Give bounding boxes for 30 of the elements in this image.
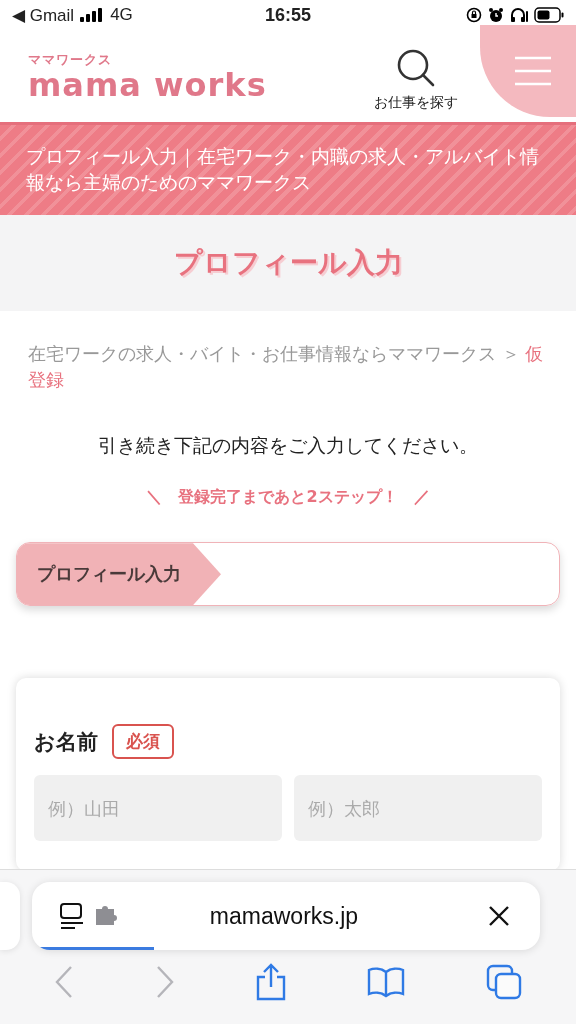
input-field[interactable]: 例）太郎 — [294, 775, 542, 842]
book-icon[interactable] — [367, 966, 406, 998]
address-bar[interactable]: mamaworks.jp — [32, 882, 540, 950]
signal-icon — [80, 8, 105, 22]
url-text: mamaworks.jp — [208, 902, 360, 930]
rotation-lock-icon — [466, 7, 482, 23]
instruction-text: 引き続き下記の内容をご入力してください。 — [97, 433, 479, 459]
status-time: 16:55 — [264, 4, 311, 26]
tabs-icon[interactable] — [485, 964, 522, 1000]
extension-icon[interactable] — [94, 905, 120, 927]
page-title: プロフィール入力 — [173, 245, 403, 281]
input-field[interactable]: 例）山田 — [34, 775, 282, 842]
headphones-icon — [510, 7, 528, 23]
required-tag: 必須 — [112, 724, 174, 760]
menu-icon — [513, 55, 553, 87]
back-to-app[interactable]: ◀ Gmail — [12, 4, 75, 26]
steps-remaining-note: 登録完了まであと2ステップ！ — [178, 487, 398, 509]
field-label: お名前 — [34, 728, 98, 756]
breadcrumb: 在宅ワークの求人・バイト・お仕事情報ならママワークス ＞ 仮登録 — [28, 342, 545, 393]
search-jobs-button[interactable]: お仕事を探す — [374, 48, 458, 112]
slash-mark: ／ — [413, 487, 430, 509]
slash-mark: ＼ — [146, 487, 163, 509]
close-icon[interactable] — [488, 905, 510, 927]
network-type: 4G — [110, 5, 133, 25]
step-indicator: プロフィール入力 — [17, 543, 221, 606]
battery-icon — [534, 7, 564, 23]
banner-text: プロフィール入力｜在宅ワーク・内職の求人・アルバイト情報なら主婦のためのママワークス — [26, 144, 540, 195]
search-icon — [395, 48, 437, 88]
share-icon[interactable] — [254, 963, 287, 1001]
alarm-icon — [488, 7, 504, 23]
